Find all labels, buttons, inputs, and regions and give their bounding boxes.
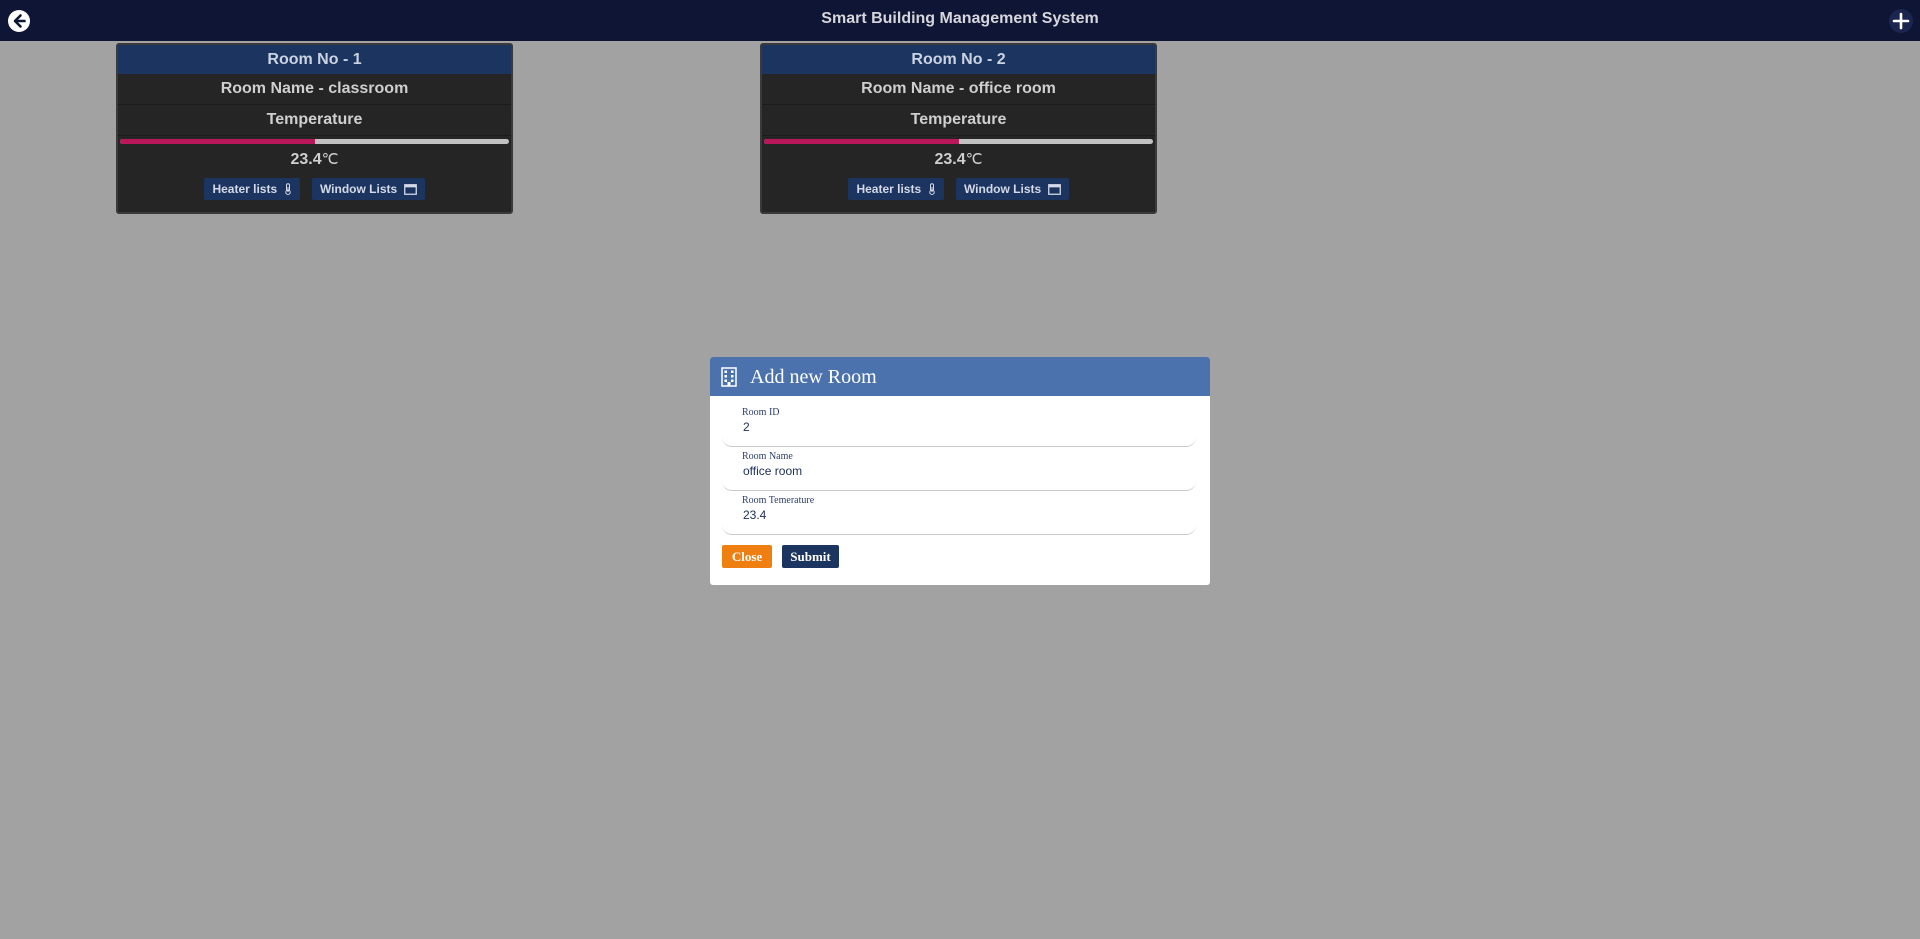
- room-number: Room No - 1: [118, 45, 511, 74]
- room-temperature-input[interactable]: [743, 508, 1183, 522]
- app-header: Smart Building Management System: [0, 0, 1920, 41]
- temperature-unit: ℃: [965, 152, 983, 168]
- submit-button[interactable]: Submit: [782, 545, 839, 568]
- temperature-label: Temperature: [762, 105, 1155, 136]
- add-room-button[interactable]: [1889, 9, 1913, 33]
- room-temperature-field: Room Temerature: [722, 495, 1196, 535]
- heater-lists-label: Heater lists: [856, 182, 922, 196]
- room-name: Room Name - office room: [762, 74, 1155, 105]
- temperature-value: 23.4: [290, 151, 322, 168]
- modal-title: Add new Room: [750, 366, 877, 388]
- temperature-bar: [764, 139, 1153, 144]
- heater-lists-label: Heater lists: [212, 182, 278, 196]
- window-lists-label: Window Lists: [963, 182, 1042, 196]
- window-lists-button[interactable]: Window Lists: [311, 178, 425, 200]
- temperature-value: 23.4: [934, 151, 966, 168]
- close-button[interactable]: Close: [722, 545, 772, 568]
- temperature-bar-fill: [764, 139, 959, 144]
- building-icon: [721, 367, 737, 387]
- window-icon: [403, 184, 417, 195]
- room-temperature-label: Room Temerature: [742, 495, 815, 506]
- room-id-label: Room ID: [742, 407, 780, 418]
- thermometer-icon: [928, 183, 935, 195]
- temperature-label: Temperature: [118, 105, 511, 136]
- temperature-readout: 23.4℃: [762, 150, 1155, 170]
- room-id-input[interactable]: [743, 420, 1183, 434]
- modal-header: Add new Room: [710, 357, 1210, 396]
- room-name-label: Room Name: [742, 451, 793, 462]
- window-lists-label: Window Lists: [319, 182, 398, 196]
- room-id-field: Room ID: [722, 407, 1196, 447]
- add-room-modal: Add new Room Room ID Room Name Room Teme…: [710, 357, 1210, 585]
- temperature-readout: 23.4℃: [118, 150, 511, 170]
- thermometer-icon: [284, 183, 291, 195]
- heater-lists-button[interactable]: Heater lists: [204, 178, 300, 200]
- room-name-field: Room Name: [722, 451, 1196, 491]
- window-lists-button[interactable]: Window Lists: [955, 178, 1069, 200]
- temperature-bar-fill: [120, 139, 315, 144]
- heater-lists-button[interactable]: Heater lists: [848, 178, 944, 200]
- temperature-unit: ℃: [321, 152, 339, 168]
- room-name-input[interactable]: [743, 464, 1183, 478]
- room-card: Room No - 2 Room Name - office room Temp…: [760, 43, 1157, 214]
- temperature-bar: [120, 139, 509, 144]
- room-number: Room No - 2: [762, 45, 1155, 74]
- room-name: Room Name - classroom: [118, 74, 511, 105]
- plus-icon: [1892, 12, 1910, 30]
- room-card: Room No - 1 Room Name - classroom Temper…: [116, 43, 513, 214]
- app-title: Smart Building Management System: [821, 10, 1099, 27]
- window-icon: [1047, 184, 1061, 195]
